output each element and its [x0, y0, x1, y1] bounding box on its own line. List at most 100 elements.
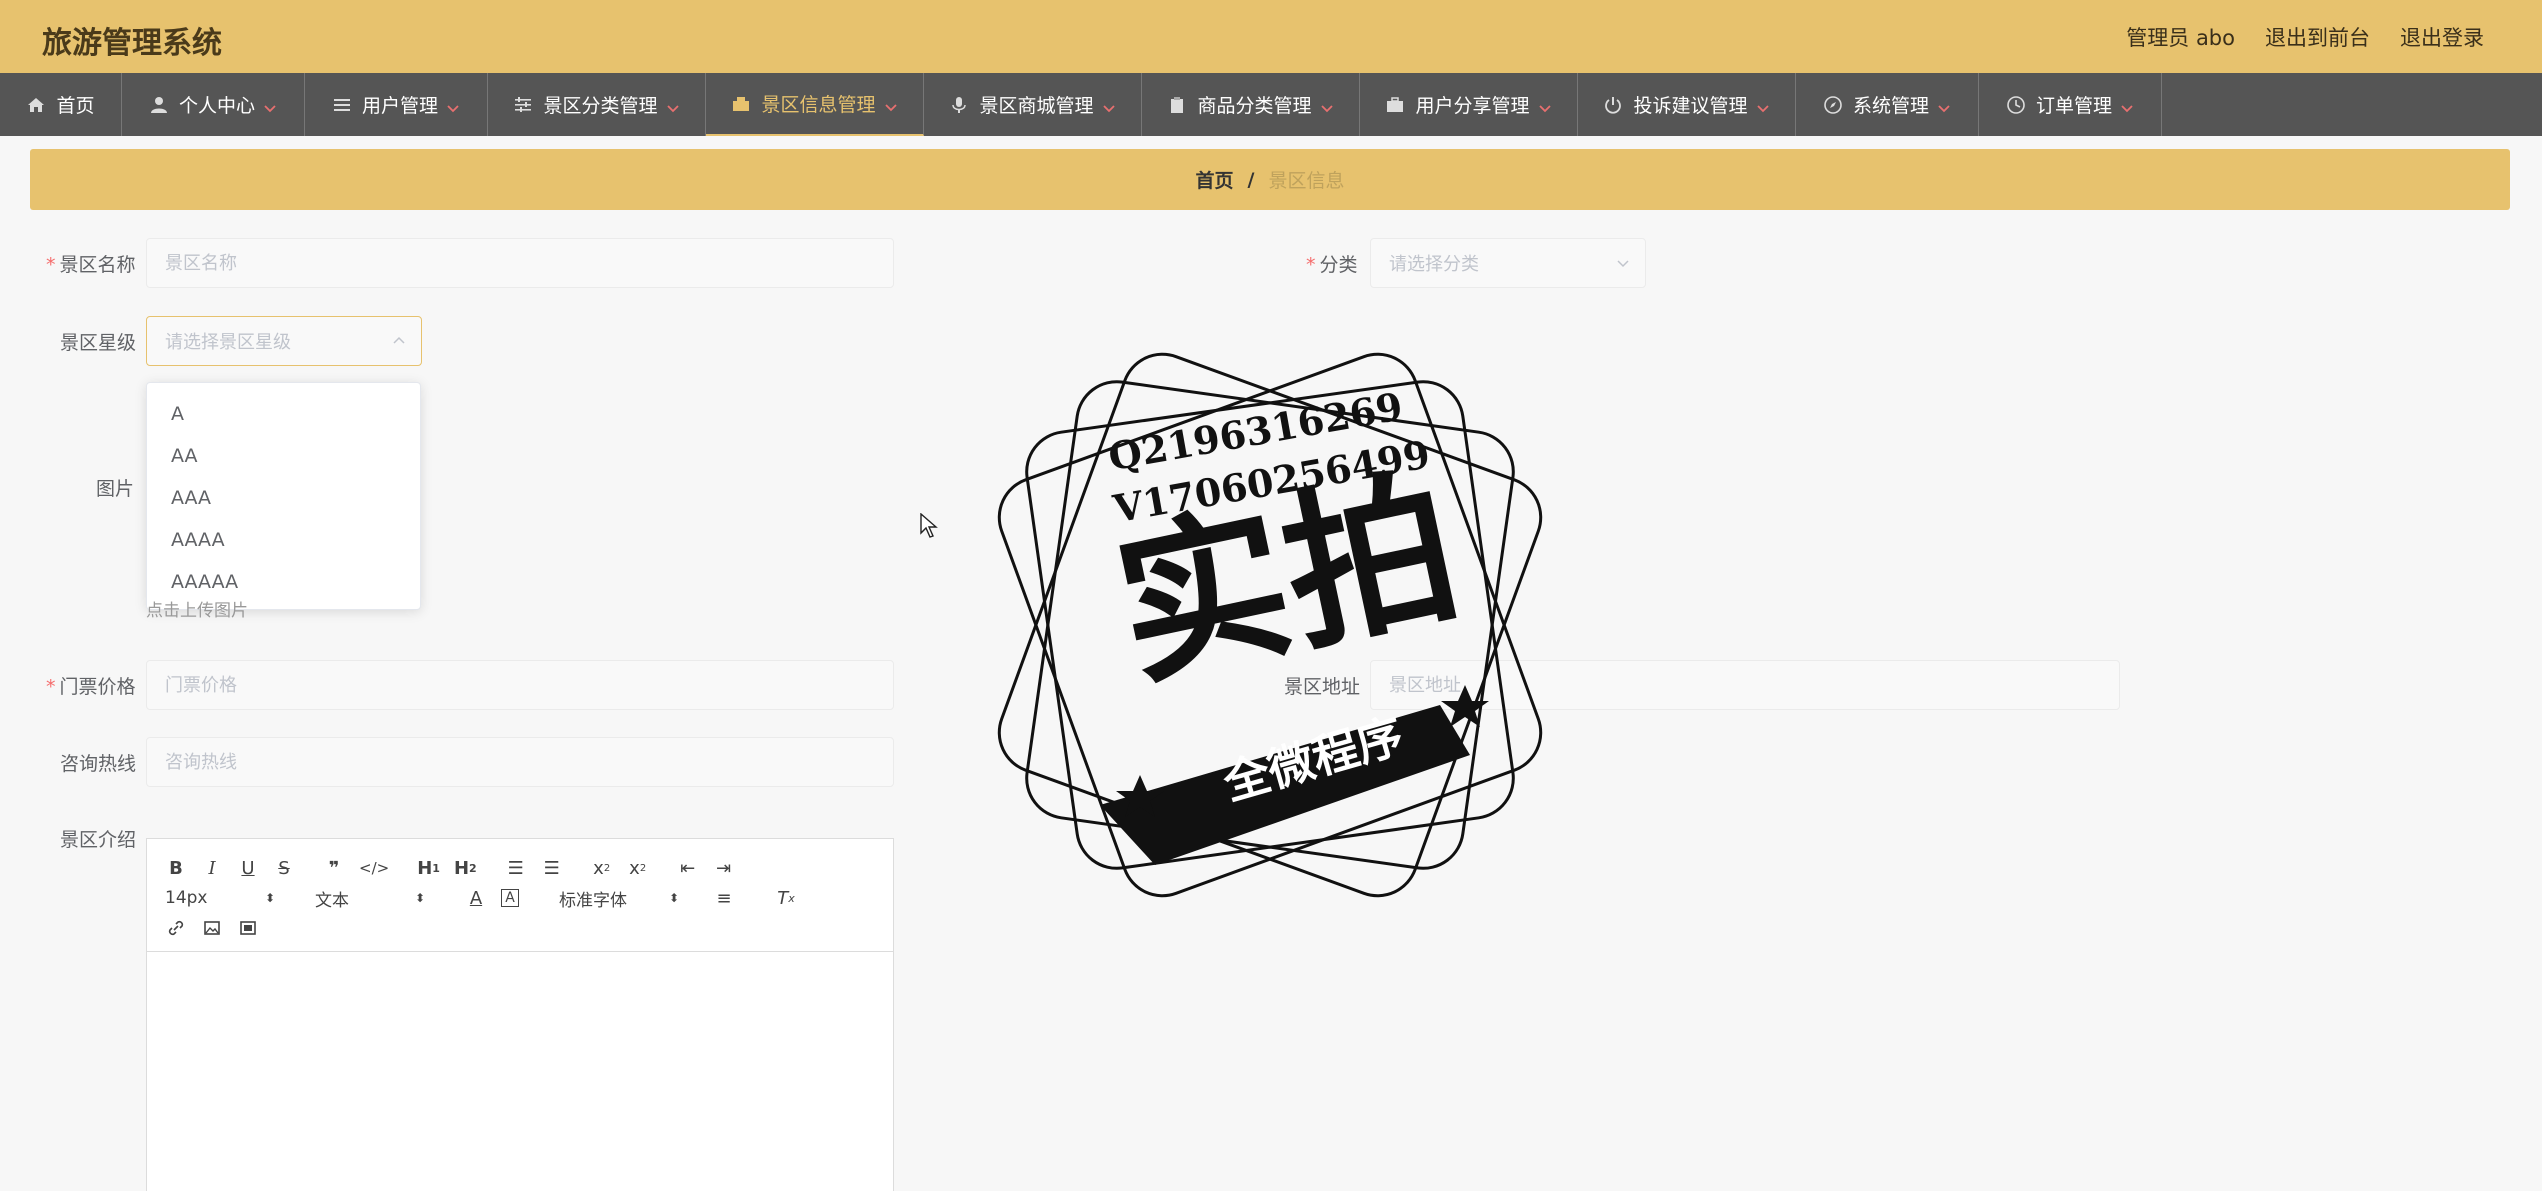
nav-label: 用户管理 [361, 95, 438, 117]
updown-icon: ⬍ [264, 891, 275, 905]
rich-text-editor: B I U S ❞ </> H1 H2 ☰ ☰ x2 x2 ⇤ ⇥ 14px ⬍ … [146, 838, 894, 1191]
mouse-cursor-icon [920, 513, 938, 538]
breadcrumb: 首页 / 景区信息 [30, 149, 2510, 210]
nav-label: 系统管理 [1852, 95, 1929, 117]
font-size-select[interactable]: 14px ⬍ [165, 885, 275, 911]
nav-item-orders[interactable]: 订单管理 [1979, 73, 2162, 136]
breadcrumb-current: 景区信息 [1268, 170, 1345, 192]
quote-icon[interactable]: ❞ [323, 855, 345, 881]
admin-name[interactable]: 管理员 abo [2126, 22, 2235, 52]
text-type-select[interactable]: 文本 ⬍ [315, 885, 425, 911]
align-icon[interactable]: ≡ [713, 885, 735, 911]
subscript-icon[interactable]: x2 [591, 855, 613, 881]
price-input[interactable] [165, 674, 893, 696]
nav-item-home[interactable]: 首页 [0, 73, 122, 136]
outdent-icon[interactable]: ⇤ [677, 855, 699, 881]
underline-icon[interactable]: U [237, 855, 259, 881]
h1-icon[interactable]: H1 [417, 855, 440, 881]
clock-icon [2006, 95, 2026, 115]
h2-icon[interactable]: H2 [454, 855, 477, 881]
nav-label: 用户分享管理 [1415, 95, 1530, 117]
video-icon[interactable] [237, 915, 259, 941]
mic-icon [949, 95, 969, 115]
ordered-list-icon[interactable]: ☰ [505, 855, 527, 881]
to-front-link[interactable]: 退出到前台 [2265, 22, 2370, 52]
star-option-aaa[interactable]: AAA [147, 477, 420, 519]
star-label: 景区星级 [60, 332, 137, 354]
nav-label: 景区信息管理 [761, 94, 876, 116]
compass-icon [1823, 95, 1843, 115]
nav-item-scenic-category[interactable]: 景区分类管理 [488, 73, 706, 136]
nav-item-user-share[interactable]: 用户分享管理 [1360, 73, 1578, 136]
updown-icon: ⬍ [414, 891, 425, 905]
font-color-icon[interactable]: A [465, 885, 487, 911]
name-input[interactable] [165, 252, 893, 274]
main-nav: 首页 个人中心 用户管理 景区分类管理 景区信息管理 景区商城管理 商品分类管理… [0, 73, 2542, 136]
background-color-icon[interactable]: A [501, 889, 519, 907]
image-icon[interactable] [201, 915, 223, 941]
info-icon [731, 94, 751, 114]
chevron-down-icon [1756, 98, 1770, 112]
category-placeholder: 请选择分类 [1389, 254, 1479, 275]
nav-item-system[interactable]: 系统管理 [1796, 73, 1979, 136]
updown-icon: ⬍ [668, 891, 679, 905]
chevron-down-icon [1538, 98, 1552, 112]
briefcase-icon [1385, 95, 1405, 115]
price-field[interactable] [146, 660, 894, 710]
nav-label: 首页 [56, 95, 95, 117]
chevron-down-icon [263, 98, 277, 112]
upload-hint[interactable]: 点击上传图片 [146, 596, 248, 621]
intro-label: 景区介绍 [60, 829, 137, 851]
user-icon [149, 95, 169, 115]
star-option-aa[interactable]: AA [147, 435, 420, 477]
star-option-a[interactable]: A [147, 393, 420, 435]
font-family-select[interactable]: 标准字体 ⬍ [559, 885, 679, 911]
home-icon [26, 95, 46, 115]
hotline-input[interactable] [165, 751, 893, 773]
name-field[interactable] [146, 238, 894, 288]
chevron-down-icon [666, 98, 680, 112]
chevron-down-icon [2120, 98, 2134, 112]
nav-label: 景区商城管理 [979, 95, 1094, 117]
star-placeholder: 请选择景区星级 [165, 332, 291, 353]
bullet-list-icon[interactable]: ☰ [541, 855, 563, 881]
top-header: 旅游管理系统 管理员 abo 退出到前台 退出登录 [0, 0, 2542, 73]
nav-item-scenic-info[interactable]: 景区信息管理 [706, 73, 924, 136]
nav-label: 景区分类管理 [543, 95, 658, 117]
image-label: 图片 [96, 478, 135, 500]
nav-item-users[interactable]: 用户管理 [305, 73, 488, 136]
star-dropdown: A AA AAA AAAA AAAAA [146, 382, 421, 610]
sliders-icon [513, 95, 533, 115]
header-actions: 管理员 abo 退出到前台 退出登录 [2126, 22, 2484, 52]
breadcrumb-home[interactable]: 首页 [1196, 166, 1234, 193]
nav-item-goods-category[interactable]: 商品分类管理 [1142, 73, 1360, 136]
indent-icon[interactable]: ⇥ [713, 855, 735, 881]
superscript-icon[interactable]: x2 [627, 855, 649, 881]
category-select[interactable]: 请选择分类 [1370, 238, 1646, 288]
star-option-aaaa[interactable]: AAAA [147, 519, 420, 561]
code-icon[interactable]: </> [359, 855, 389, 881]
star-select[interactable]: 请选择景区星级 [146, 316, 422, 366]
clear-format-icon[interactable]: Tx [775, 885, 797, 911]
nav-label: 投诉建议管理 [1633, 95, 1748, 117]
nav-item-complaints[interactable]: 投诉建议管理 [1578, 73, 1796, 136]
logout-link[interactable]: 退出登录 [2400, 22, 2484, 52]
chevron-up-icon [391, 333, 407, 349]
breadcrumb-separator: / [1247, 168, 1255, 191]
chevron-down-icon [884, 97, 898, 111]
hotline-field[interactable] [146, 737, 894, 787]
power-icon [1603, 95, 1623, 115]
link-icon[interactable] [165, 915, 187, 941]
italic-icon[interactable]: I [201, 855, 223, 881]
bold-icon[interactable]: B [165, 855, 187, 881]
chevron-down-icon [446, 98, 460, 112]
price-label: * 门票价格 [46, 676, 136, 698]
nav-item-profile[interactable]: 个人中心 [122, 73, 305, 136]
nav-item-scenic-mall[interactable]: 景区商城管理 [924, 73, 1142, 136]
app-title: 旅游管理系统 [42, 26, 222, 61]
chevron-down-icon [1102, 98, 1116, 112]
name-label: * 景区名称 [46, 254, 136, 276]
strike-icon[interactable]: S [273, 855, 295, 881]
editor-toolbar: B I U S ❞ </> H1 H2 ☰ ☰ x2 x2 ⇤ ⇥ 14px ⬍ … [147, 839, 893, 952]
chevron-down-icon [1937, 98, 1951, 112]
